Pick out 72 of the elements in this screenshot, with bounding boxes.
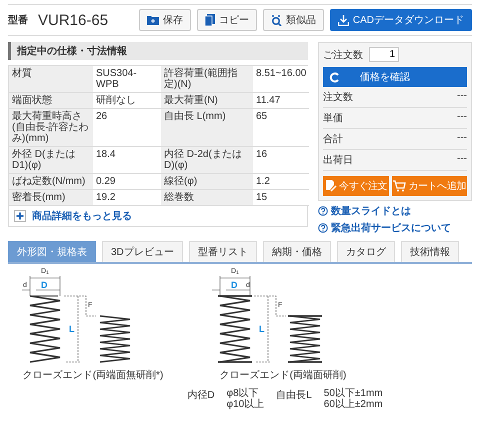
dimension-label: D [231,281,238,289]
drawing-caption: クローズエンド(両端面研削) [220,368,346,382]
cad-download-button[interactable]: CADデータダウンロード [330,9,472,31]
spec-value: 0.29 [93,174,161,190]
cart-icon [393,180,406,192]
spec-label: 密着長(mm) [9,190,93,206]
order-label: 単価 [323,112,343,125]
spec-label: 許容荷重(範囲指定)(N) [161,66,253,93]
order-value: --- [457,153,467,166]
tab[interactable]: カタログ [336,241,395,262]
save-button[interactable]: 保存 [138,9,191,31]
order-value: --- [457,132,467,145]
dimension-label: L [259,325,264,333]
tolerance-label: 自由長L [276,388,312,403]
tolerance-value: 60以上±2mm [324,399,383,410]
spec-label: 端面状態 [9,93,93,109]
spec-label: 線径(φ) [161,174,253,190]
spec-label: 材質 [9,66,93,93]
similar-button[interactable]: 類似品 [262,9,324,31]
spec-value: 15 [253,190,310,206]
help-icon [318,206,328,216]
tab[interactable]: 技術情報 [400,241,459,262]
spec-value: 18.4 [93,147,161,174]
copy-button[interactable]: コピー [196,9,257,31]
dimension-label: L [69,325,74,333]
help-link[interactable]: 数量スライドとは [318,204,472,218]
spec-value: 研削なし [93,93,161,109]
spec-value: 1.2 [253,174,310,190]
spec-value: 16 [253,147,310,174]
check-price-button[interactable]: 価格を確認 [323,67,467,87]
spec-value: 11.47 [253,93,310,109]
tolerance-value: φ10以上 [226,399,264,410]
spec-label: 最大荷重時高さ(自由長-許容たわみ)(mm) [9,109,93,147]
document-icon [204,14,215,26]
order-label: 出荷日 [323,154,353,167]
spec-label: 自由長 L(mm) [161,109,253,147]
spec-value: SUS304-WPB [93,66,161,93]
spec-label: 最大荷重(N) [161,93,253,109]
spec-value: 19.2 [93,190,161,206]
tab[interactable]: 型番リスト [188,241,257,262]
spec-label: 内径 D-2d(またはD)(φ) [161,147,253,174]
refresh-icon [329,72,340,82]
spec-label: 外径 D(またはD1)(φ) [9,147,93,174]
quantity-field[interactable]: 1 [369,47,399,62]
part-number: VUR16-65 [38,12,110,28]
help-link[interactable]: 緊急出荷サービスについて [318,221,472,235]
tolerance-value: 50以下±1mm [324,388,383,399]
help-icon [318,223,328,233]
spec-value: 8.51~16.00 [253,66,310,93]
section-title: 指定中の仕様・寸法情報 [8,42,308,60]
download-icon [338,14,349,26]
tolerance-value: φ8以下 [226,388,259,399]
spec-label: ばね定数(N/mm) [9,174,93,190]
order-value: --- [457,111,467,124]
tab[interactable]: 納期・価格 [262,241,331,262]
quantity-label: ご注文数 [323,48,363,62]
pencil-icon [325,180,338,192]
order-label: 注文数 [323,90,353,104]
more-details-link[interactable]: 商品詳細をもっと見る [32,209,132,223]
spec-label: 総巻数 [161,190,253,206]
tab[interactable]: 3Dプレビュー [102,241,183,262]
dimension-label: D [41,281,48,289]
folder-icon [146,15,159,25]
part-number-label: 型番 [8,14,28,27]
drawing-caption: クローズエンド(両端面無研削*) [22,368,164,382]
tolerance-label: 内径D [187,388,215,403]
spec-value: 65 [253,109,310,147]
order-value: --- [457,90,467,103]
order-label: 合計 [323,132,343,146]
spec-value: 26 [93,109,161,147]
search-icon [270,14,282,26]
plus-icon [14,210,26,222]
